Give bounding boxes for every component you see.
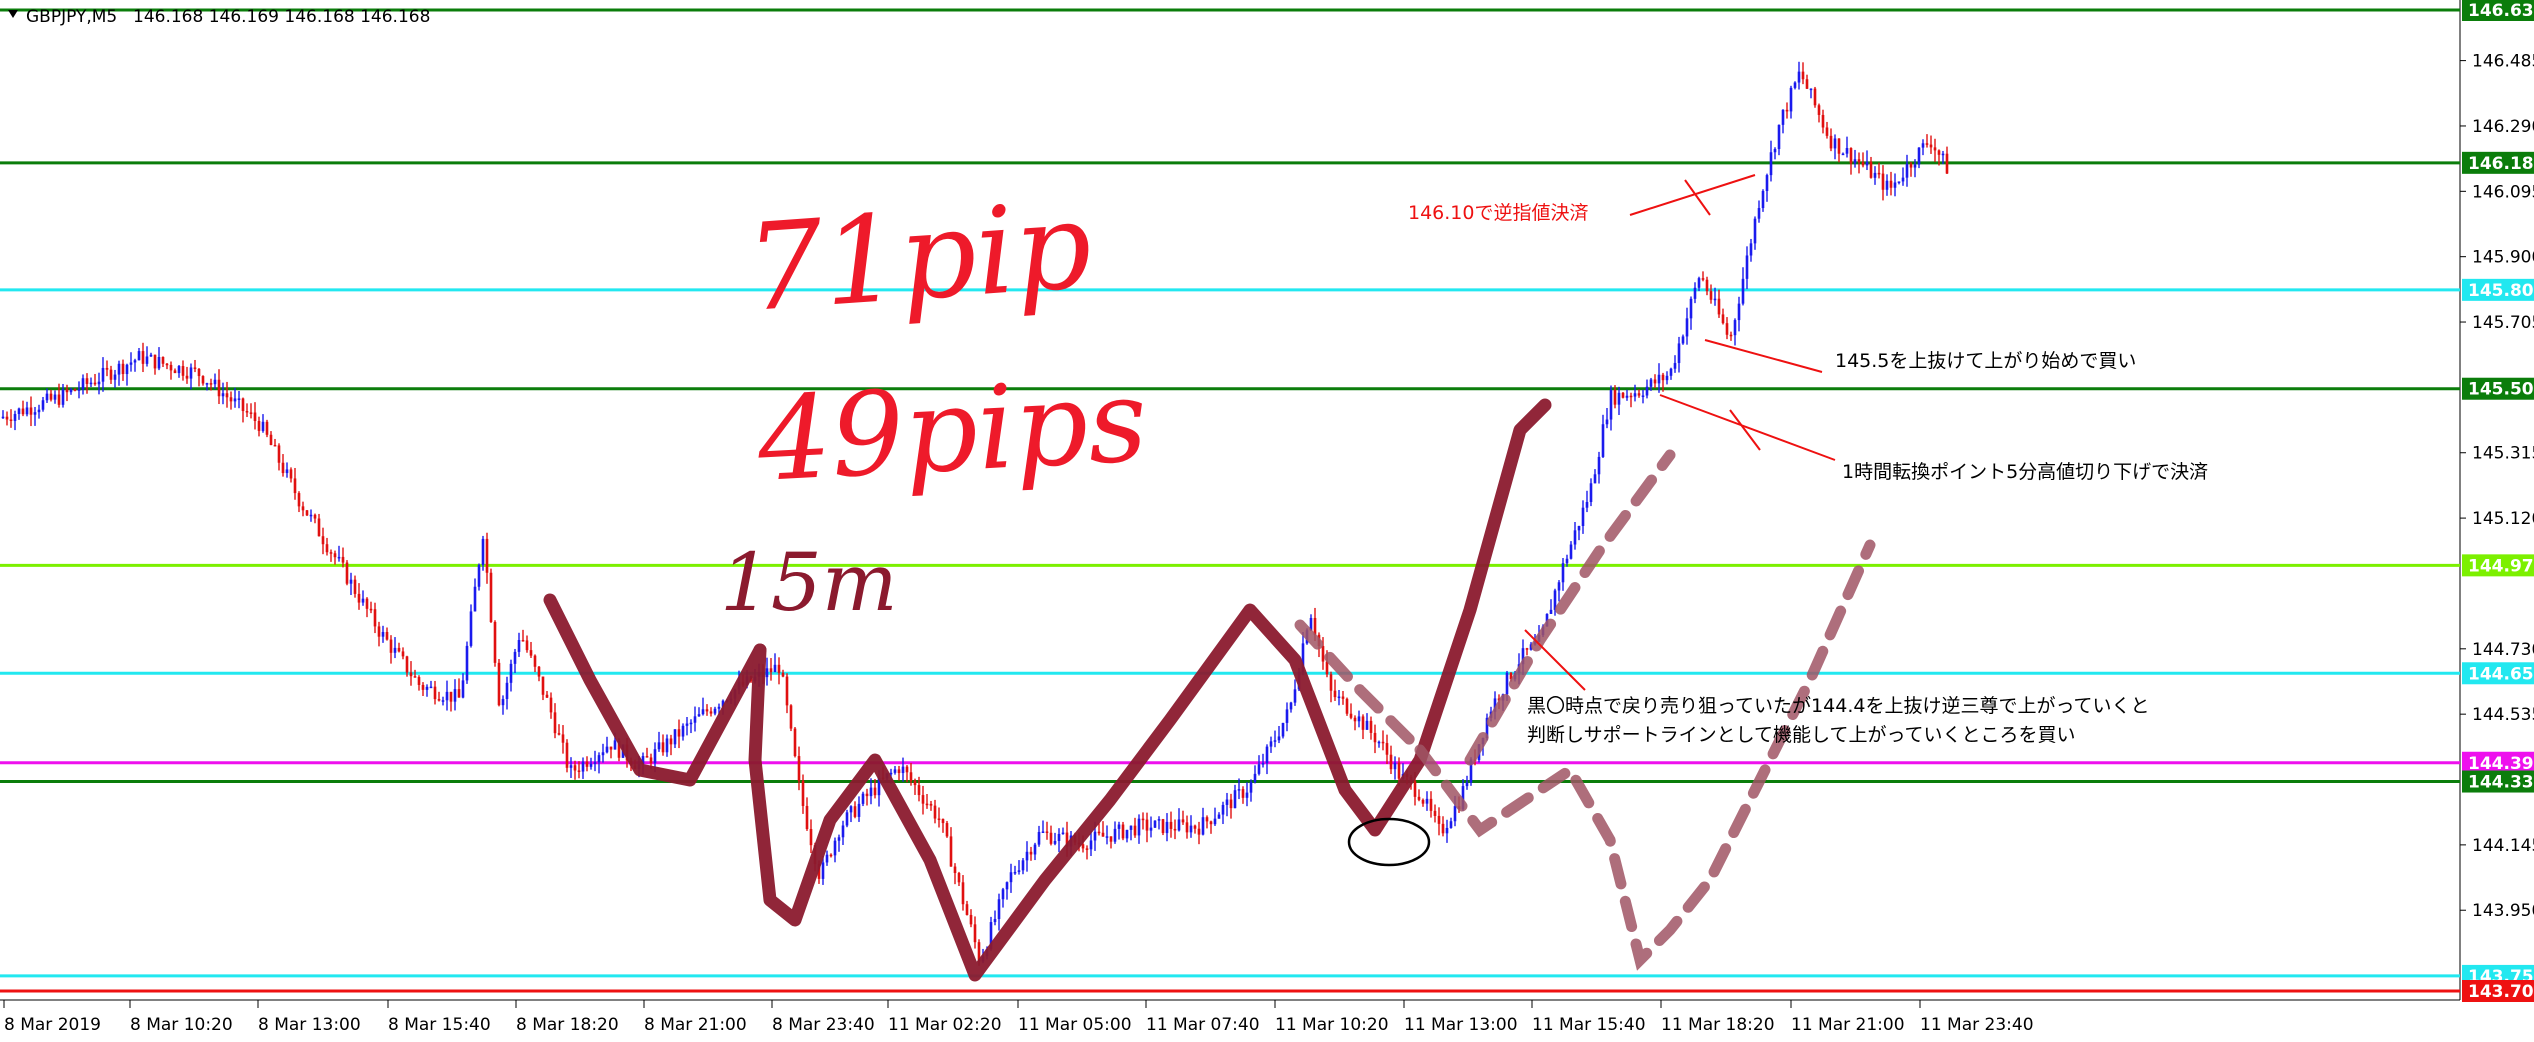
- time-tick-label: 11 Mar 21:00: [1791, 1015, 1905, 1035]
- chart-window: 146.485 146.290 146.095 145.900 145.705 145.3…: [0, 0, 2534, 1038]
- annotation-note-line1: 黒〇時点で戻り売り狙っていたが144.4を上抜け逆三尊で上がっていくと: [1527, 695, 2150, 717]
- candle: [793, 727, 797, 758]
- price-tick-label: 145.315: [2472, 444, 2534, 464]
- time-tick-label: 8 Mar 18:20: [516, 1015, 619, 1035]
- ohlc-readout: 146.168 146.169 146.168 146.168: [133, 7, 430, 27]
- chart[interactable]: 146.485 146.290 146.095 145.900 145.705 145.3…: [0, 0, 2534, 1038]
- annotation-exit-1h: 1時間転換ポイント5分高値切り下げで決済: [1842, 461, 2208, 483]
- handwritten-49pips: 49pips: [753, 354, 1150, 508]
- candle: [1121, 821, 1125, 841]
- level-label-2: 145.801: [2462, 278, 2534, 301]
- svg-text:144.979: 144.979: [2468, 556, 2534, 576]
- price-tick-label: 144.535: [2472, 705, 2534, 725]
- price-tick-label: 143.950: [2472, 901, 2534, 921]
- candle: [493, 620, 497, 667]
- annotation-buy-break: 145.5を上抜けて上がり始めで買い: [1835, 350, 2136, 372]
- time-tick-label: 8 Mar 2019: [4, 1015, 101, 1035]
- svg-text:145.801: 145.801: [2468, 281, 2534, 301]
- level-label-3: 145.506: [2462, 377, 2534, 400]
- time-tick-label: 8 Mar 13:00: [258, 1015, 361, 1035]
- candle: [565, 739, 569, 773]
- level-label-5: 144.657: [2462, 662, 2534, 685]
- candle: [789, 704, 793, 732]
- candle: [1813, 86, 1817, 108]
- time-tick-label: 8 Mar 21:00: [644, 1015, 747, 1035]
- candle: [1621, 392, 1625, 399]
- svg-text:146.636: 146.636: [2468, 1, 2534, 21]
- svg-text:146.180: 146.180: [2468, 154, 2534, 174]
- candle: [1345, 697, 1349, 716]
- level-label-6: 144.390: [2462, 751, 2534, 774]
- level-label-0: 146.636: [2462, 0, 2534, 21]
- annotation-note-line2: 判断しサポートラインとして機能して上がっていくところを買い: [1527, 724, 2076, 746]
- svg-text:143.709: 143.709: [2468, 982, 2534, 1002]
- level-label-4: 144.979: [2462, 554, 2534, 577]
- time-tick-label: 11 Mar 02:20: [888, 1015, 1002, 1035]
- time-tick-label: 8 Mar 10:20: [130, 1015, 233, 1035]
- price-tick-label: 145.900: [2472, 248, 2534, 268]
- candle: [1281, 722, 1285, 739]
- handwritten-15m: 15m: [720, 536, 898, 629]
- candle: [497, 659, 501, 707]
- time-tick-label: 11 Mar 13:00: [1404, 1015, 1518, 1035]
- level-label-1: 146.180: [2462, 151, 2534, 174]
- price-tick-label: 144.145: [2472, 836, 2534, 856]
- candle: [465, 641, 469, 684]
- handwritten-71pip: 71pip: [742, 176, 1096, 339]
- annotation-exit-stop: 146.10で逆指値決済: [1408, 202, 1588, 224]
- candle: [265, 419, 269, 438]
- time-tick-label: 11 Mar 10:20: [1275, 1015, 1389, 1035]
- symbol-label: GBPJPY,M5: [26, 7, 117, 27]
- level-label-9: 143.709: [2462, 980, 2534, 1002]
- time-tick-label: 11 Mar 18:20: [1661, 1015, 1775, 1035]
- price-tick-label: 146.095: [2472, 182, 2534, 202]
- candle: [345, 560, 349, 586]
- candle: [845, 809, 849, 828]
- candle: [477, 563, 481, 591]
- candle: [945, 820, 949, 838]
- time-tick-label: 8 Mar 15:40: [388, 1015, 491, 1035]
- price-tick-label: 144.730: [2472, 640, 2534, 660]
- level-label-7: 144.334: [2462, 770, 2534, 793]
- time-tick-label: 11 Mar 23:40: [1920, 1015, 2034, 1035]
- svg-text:145.506: 145.506: [2468, 380, 2534, 400]
- time-tick-label: 11 Mar 05:00: [1018, 1015, 1132, 1035]
- candle: [489, 568, 493, 623]
- price-tick-label: 146.485: [2472, 52, 2534, 72]
- candle: [1153, 820, 1157, 829]
- time-tick-label: 8 Mar 23:40: [772, 1015, 875, 1035]
- candle: [305, 509, 309, 517]
- candle: [1161, 818, 1165, 836]
- svg-text:144.657: 144.657: [2468, 664, 2534, 684]
- price-tick-label: 145.120: [2472, 509, 2534, 529]
- price-tick-label: 145.705: [2472, 313, 2534, 333]
- price-tick-label: 146.290: [2472, 117, 2534, 137]
- svg-text:144.334: 144.334: [2468, 773, 2534, 793]
- time-tick-label: 11 Mar 15:40: [1532, 1015, 1646, 1035]
- time-tick-label: 11 Mar 07:40: [1146, 1015, 1260, 1035]
